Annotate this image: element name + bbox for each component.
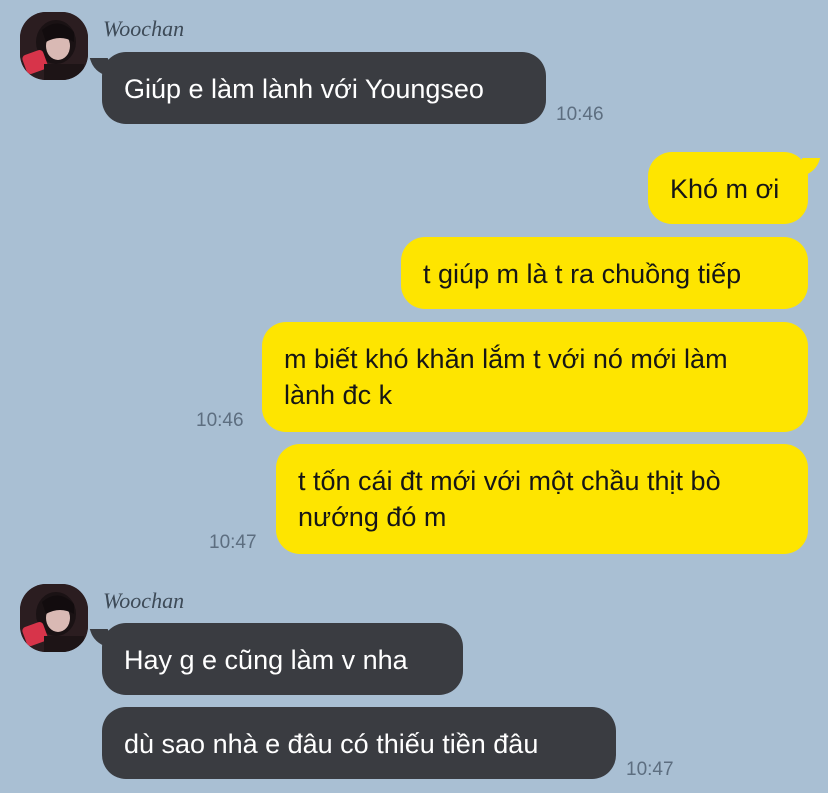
message-bubble[interactable]: t tốn cái đt mới với một chầu thịt bò nư… [276, 444, 808, 554]
message-timestamp: 10:46 [556, 104, 604, 125]
message-bubble[interactable]: Hay g e cũng làm v nha [89, 623, 463, 695]
message-bubble[interactable]: t giúp m là t ra chuồng tiếp [401, 237, 808, 309]
message-bubble[interactable]: Giúp e làm lành với Youngseo [89, 52, 546, 124]
message-text: t giúp m là t ra chuồng tiếp [423, 259, 742, 289]
message-text: dù sao nhà e đâu có thiếu tiền đâu [124, 729, 539, 759]
message-bubble[interactable]: dù sao nhà e đâu có thiếu tiền đâu [102, 707, 616, 779]
message-text: t tốn cái đt mới với một chầu thịt bò nư… [298, 466, 721, 532]
message-timestamp: 10:47 [626, 759, 674, 780]
message-text: Khó m ơi [670, 174, 780, 204]
message-text: Hay g e cũng làm v nha [124, 645, 408, 675]
avatar[interactable] [20, 584, 88, 652]
bubble-tail [89, 58, 115, 76]
message-bubble[interactable]: m biết khó khăn lắm t với nó mới làm làn… [262, 322, 808, 432]
message-timestamp: 10:47 [209, 532, 257, 553]
avatar[interactable] [20, 12, 88, 80]
message-text: m biết khó khăn lắm t với nó mới làm làn… [284, 344, 728, 410]
profile-photo-icon [20, 584, 88, 652]
profile-photo-icon [20, 12, 88, 80]
message-timestamp: 10:46 [196, 410, 244, 431]
bubble-tail [89, 629, 115, 647]
message-bubble[interactable]: Khó m ơi [648, 152, 821, 224]
sender-name: Woochan [103, 16, 185, 41]
bubble-tail [795, 158, 821, 176]
sender-name: Woochan [103, 588, 185, 613]
message-text: Giúp e làm lành với Youngseo [124, 74, 484, 104]
